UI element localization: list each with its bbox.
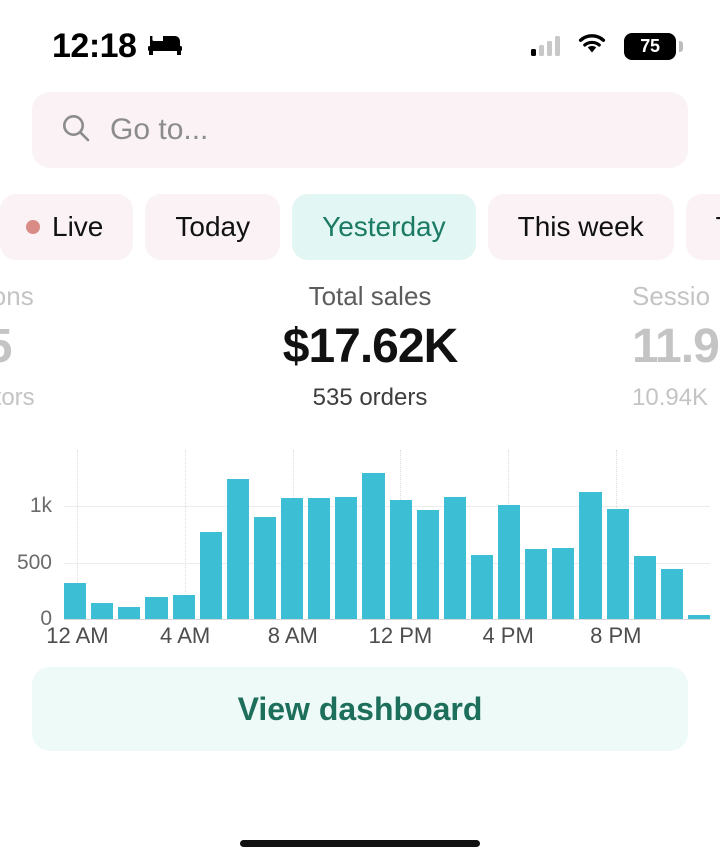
chart-x-tick-label: 4 PM <box>482 623 533 649</box>
chart-bar[interactable] <box>227 479 249 620</box>
chart-bar[interactable] <box>552 548 574 620</box>
chart-x-tick-label: 12 AM <box>46 623 108 649</box>
chart-x-tick-label: 4 AM <box>160 623 210 649</box>
status-bar-left: 12:18 <box>52 27 182 66</box>
wifi-icon <box>576 32 608 61</box>
chart-y-tick-label: 500 <box>17 551 52 575</box>
search-placeholder: Go to... <box>110 113 208 147</box>
chart-bar[interactable] <box>390 500 412 620</box>
metric-card-previous-value: 45 <box>0 321 108 374</box>
chart-bar[interactable] <box>634 556 656 620</box>
chart-bar[interactable] <box>498 505 520 620</box>
metric-card-previous[interactable]: ssions 45 visitors <box>0 282 108 412</box>
chart-bar[interactable] <box>173 595 195 620</box>
metric-cards-carousel[interactable]: ssions 45 visitors Total sales $17.62K 5… <box>0 282 720 432</box>
chart-bar[interactable] <box>417 510 439 620</box>
live-status-dot-icon <box>26 220 40 234</box>
status-bar: 12:18 75 <box>0 0 720 92</box>
chart-x-tick-labels: 12 AM4 AM8 AM12 PM4 PM8 PM <box>64 623 710 655</box>
status-time: 12:18 <box>52 27 136 66</box>
chart-x-axis-line <box>64 619 710 620</box>
time-range-tabs[interactable]: Live Today Yesterday This week This <box>0 168 720 260</box>
search-input[interactable]: Go to... <box>32 92 688 168</box>
metric-card-total-sales[interactable]: Total sales $17.62K 535 orders <box>108 282 632 412</box>
chart-bar[interactable] <box>444 497 466 620</box>
metric-card-next[interactable]: Sessio 11.9 10.94K <box>632 282 720 412</box>
metric-card-previous-sub: visitors <box>0 385 108 411</box>
chart-x-tick-label: 8 PM <box>590 623 641 649</box>
view-dashboard-button[interactable]: View dashboard <box>32 667 688 751</box>
chart-bar[interactable] <box>308 498 330 620</box>
metric-card-total-sales-label: Total sales <box>108 282 632 311</box>
tab-today-label: Today <box>175 211 250 243</box>
chart-bar[interactable] <box>200 532 222 620</box>
chart-bar[interactable] <box>661 569 683 620</box>
chart-bar[interactable] <box>579 492 601 620</box>
chart-plot-area: 05001k <box>64 462 710 620</box>
search-icon <box>60 112 92 149</box>
chart-x-tick-label: 12 PM <box>369 623 433 649</box>
tab-live-label: Live <box>52 211 103 243</box>
battery-level-label: 75 <box>640 36 659 57</box>
chart-bar[interactable] <box>281 498 303 620</box>
tab-this-week[interactable]: This week <box>488 194 674 260</box>
cta-container: View dashboard <box>0 655 720 751</box>
metric-card-next-value: 11.9 <box>632 321 720 374</box>
chart-bar[interactable] <box>362 473 384 620</box>
metric-card-next-sub: 10.94K <box>632 385 720 411</box>
chart-bars[interactable] <box>64 462 710 620</box>
tab-this-month[interactable]: This <box>686 194 720 260</box>
tab-yesterday[interactable]: Yesterday <box>292 194 476 260</box>
chart-bar[interactable] <box>607 509 629 620</box>
metric-card-total-sales-sub: 535 orders <box>108 385 632 411</box>
search-bar-container: Go to... <box>0 92 720 168</box>
chart-bar[interactable] <box>525 549 547 620</box>
chart-bar[interactable] <box>335 497 357 620</box>
chart-bar[interactable] <box>471 555 493 620</box>
metric-card-previous-label: ssions <box>0 282 108 311</box>
tab-this-week-label: This week <box>518 211 644 243</box>
chart-bar[interactable] <box>254 517 276 620</box>
home-indicator <box>240 840 480 847</box>
tab-this-month-label: This <box>716 211 720 243</box>
metric-card-total-sales-value: $17.62K <box>108 321 632 374</box>
chart-bar[interactable] <box>145 597 167 620</box>
chart-bar[interactable] <box>64 583 86 620</box>
cellular-signal-icon <box>531 36 560 56</box>
battery-icon: 75 <box>624 33 676 60</box>
chart-x-tick-label: 8 AM <box>268 623 318 649</box>
tab-live[interactable]: Live <box>0 194 133 260</box>
tab-today[interactable]: Today <box>145 194 280 260</box>
bed-icon <box>148 32 182 61</box>
chart-y-tick-label: 1k <box>30 494 52 518</box>
view-dashboard-label: View dashboard <box>238 691 483 728</box>
chart-bar[interactable] <box>91 603 113 620</box>
status-bar-right: 75 <box>531 32 676 61</box>
hourly-sales-bar-chart: 05001k 12 AM 4 AM 8 AM 12 PM 4 PM 8 PM <box>0 450 720 655</box>
metric-card-next-label: Sessio <box>632 282 720 311</box>
tab-yesterday-label: Yesterday <box>322 211 446 243</box>
